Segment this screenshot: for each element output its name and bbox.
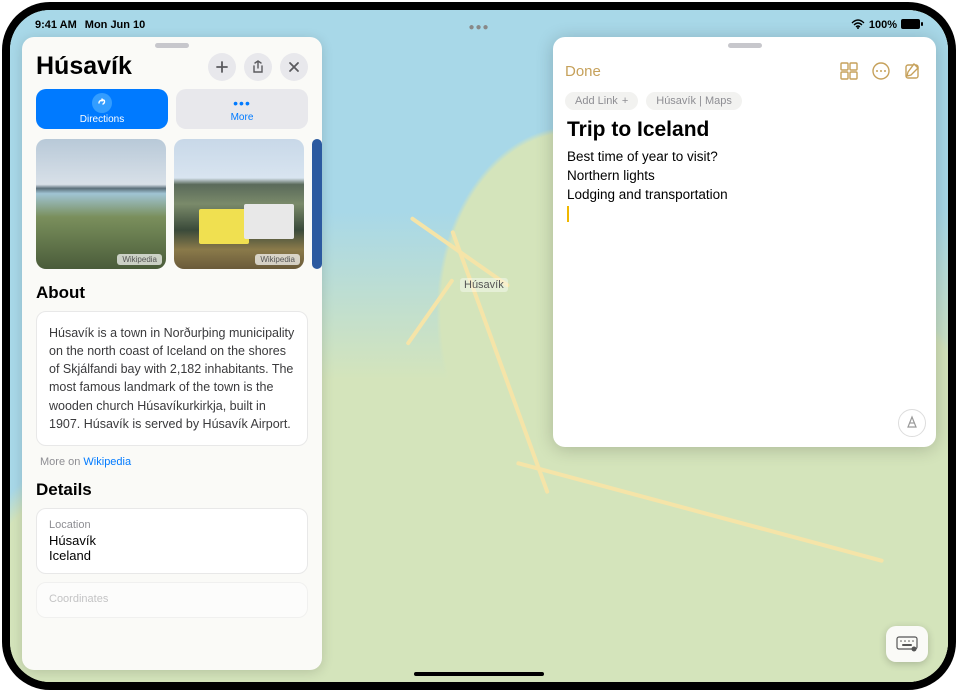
detail-location-v2: Iceland [49, 548, 295, 563]
detail-location-label: Location [49, 519, 295, 531]
note-done-button[interactable]: Done [565, 63, 828, 80]
detail-coords-label: Coordinates [49, 593, 295, 605]
markup-icon[interactable] [898, 409, 926, 437]
detail-location: Location Húsavík Iceland [36, 508, 308, 574]
note-title: Trip to Iceland [567, 118, 922, 142]
wikipedia-link[interactable]: Wikipedia [83, 456, 131, 468]
directions-arrow-icon [92, 93, 112, 113]
card-grabber[interactable] [155, 43, 189, 48]
detail-location-v1: Húsavík [49, 533, 295, 548]
photo-2-credit: Wikipedia [255, 254, 300, 265]
more-label: More [231, 112, 254, 123]
plus-icon: + [622, 95, 628, 107]
more-dots-icon: ••• [233, 95, 251, 111]
battery-icon [901, 19, 923, 32]
place-photo-2[interactable]: Wikipedia [174, 139, 304, 269]
compose-icon[interactable] [902, 60, 924, 82]
directions-label: Directions [80, 114, 124, 125]
more-on-wikipedia[interactable]: More on Wikipedia [40, 456, 304, 468]
battery-percent: 100% [869, 19, 897, 31]
share-button[interactable] [244, 53, 272, 81]
status-date: Mon Jun 10 [85, 19, 146, 31]
note-line-3: Lodging and transportation [567, 186, 922, 205]
about-heading: About [36, 283, 308, 303]
note-line-1: Best time of year to visit? [567, 148, 922, 167]
photo-1-credit: Wikipedia [117, 254, 162, 265]
quick-note-panel: Done Add Link + Húsavík | Maps Trip to I… [553, 37, 936, 447]
add-link-chip[interactable]: Add Link + [565, 92, 638, 110]
multitask-dots-icon[interactable]: ●●● [468, 22, 489, 33]
place-photo-3-peek[interactable] [312, 139, 322, 269]
add-button[interactable] [208, 53, 236, 81]
details-heading: Details [36, 480, 308, 500]
map-place-label[interactable]: Húsavík [460, 278, 508, 292]
status-time: 9:41 AM [35, 19, 77, 31]
photo-carousel[interactable]: Wikipedia Wikipedia [22, 139, 322, 279]
more-button[interactable]: ••• More [176, 89, 308, 129]
directions-button[interactable]: Directions [36, 89, 168, 129]
wifi-icon [851, 19, 865, 32]
place-card: Húsavík Directions ••• More [22, 37, 322, 670]
note-line-2: Northern lights [567, 167, 922, 186]
gallery-view-icon[interactable] [838, 60, 860, 82]
close-button[interactable] [280, 53, 308, 81]
about-text: Húsavík is a town in Norðurþing municipa… [36, 311, 308, 446]
text-cursor [567, 206, 569, 222]
more-options-icon[interactable] [870, 60, 892, 82]
note-grabber[interactable] [728, 43, 762, 48]
detail-coordinates: Coordinates [36, 582, 308, 618]
place-photo-1[interactable]: Wikipedia [36, 139, 166, 269]
map-link-chip[interactable]: Húsavík | Maps [646, 92, 742, 110]
home-indicator[interactable] [414, 672, 544, 676]
note-editor[interactable]: Trip to Iceland Best time of year to vis… [553, 118, 936, 447]
place-title: Húsavík [36, 52, 200, 81]
keyboard-button[interactable] [886, 626, 928, 662]
